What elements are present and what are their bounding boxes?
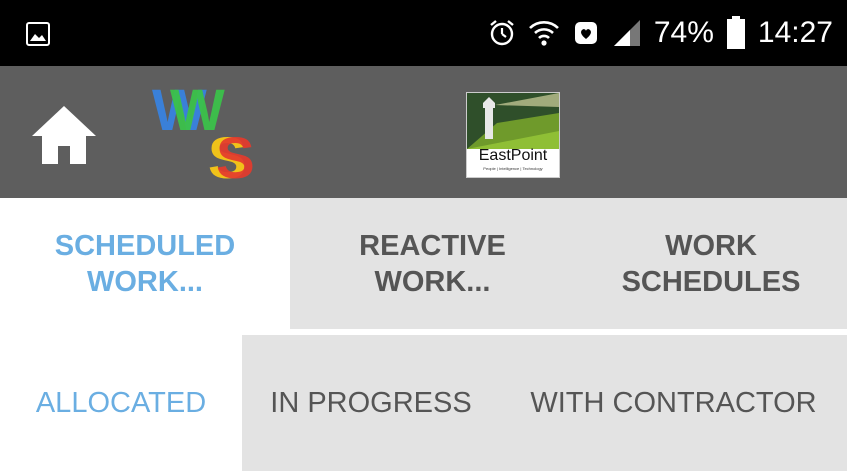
- svg-text:S: S: [216, 126, 255, 184]
- ws-logo-icon: W W S S: [152, 78, 255, 191]
- clock: 14:27: [757, 16, 833, 49]
- image-icon: [26, 22, 50, 46]
- tab-with-contractor[interactable]: WITH CONTRACTOR: [500, 335, 847, 471]
- signal-icon: [613, 20, 640, 46]
- tab-reactive-work-label: REACTIVE WORK...: [359, 228, 506, 300]
- home-icon[interactable]: [30, 104, 98, 166]
- tab-scheduled-work[interactable]: SCHEDULED WORK...: [0, 198, 290, 329]
- tab-reactive-work[interactable]: REACTIVE WORK...: [290, 198, 575, 329]
- app-bar: W W S S EastPoint People | Intelligence …: [0, 66, 847, 198]
- battery-percent: 74%: [653, 16, 714, 49]
- tab-label-line2: WORK...: [374, 265, 491, 298]
- tab-label-line2: WORK...: [87, 265, 203, 298]
- alarm-icon: [490, 20, 514, 46]
- wifi-icon: [528, 21, 559, 46]
- tab-in-progress[interactable]: IN PROGRESS: [242, 335, 500, 471]
- company-logo: EastPoint People | Intelligence | Techno…: [466, 92, 560, 178]
- tab-work-schedules[interactable]: WORK SCHEDULES: [575, 198, 847, 329]
- tab-label-line2: SCHEDULES: [621, 265, 801, 298]
- tab-allocated[interactable]: ALLOCATED: [0, 335, 242, 471]
- secondary-tabs: ALLOCATED IN PROGRESS WITH CONTRACTOR: [0, 335, 847, 471]
- battery-icon: [726, 16, 745, 49]
- company-logo-text: EastPoint: [478, 147, 548, 164]
- tab-label-line1: WORK: [665, 229, 757, 262]
- company-logo-tagline: People | Intelligence | Technology: [483, 166, 543, 171]
- app-logo: W W S S: [150, 78, 265, 191]
- status-bar: 74% 14:27: [0, 0, 847, 66]
- tab-work-schedules-label: WORK SCHEDULES: [622, 228, 801, 300]
- primary-tabs: SCHEDULED WORK... REACTIVE WORK... WORK …: [0, 198, 847, 329]
- tab-label-line1: SCHEDULED: [54, 229, 236, 262]
- tab-label-line1: REACTIVE: [359, 229, 506, 262]
- tab-scheduled-work-label: SCHEDULED WORK...: [55, 228, 235, 300]
- notification-icon: [574, 22, 597, 44]
